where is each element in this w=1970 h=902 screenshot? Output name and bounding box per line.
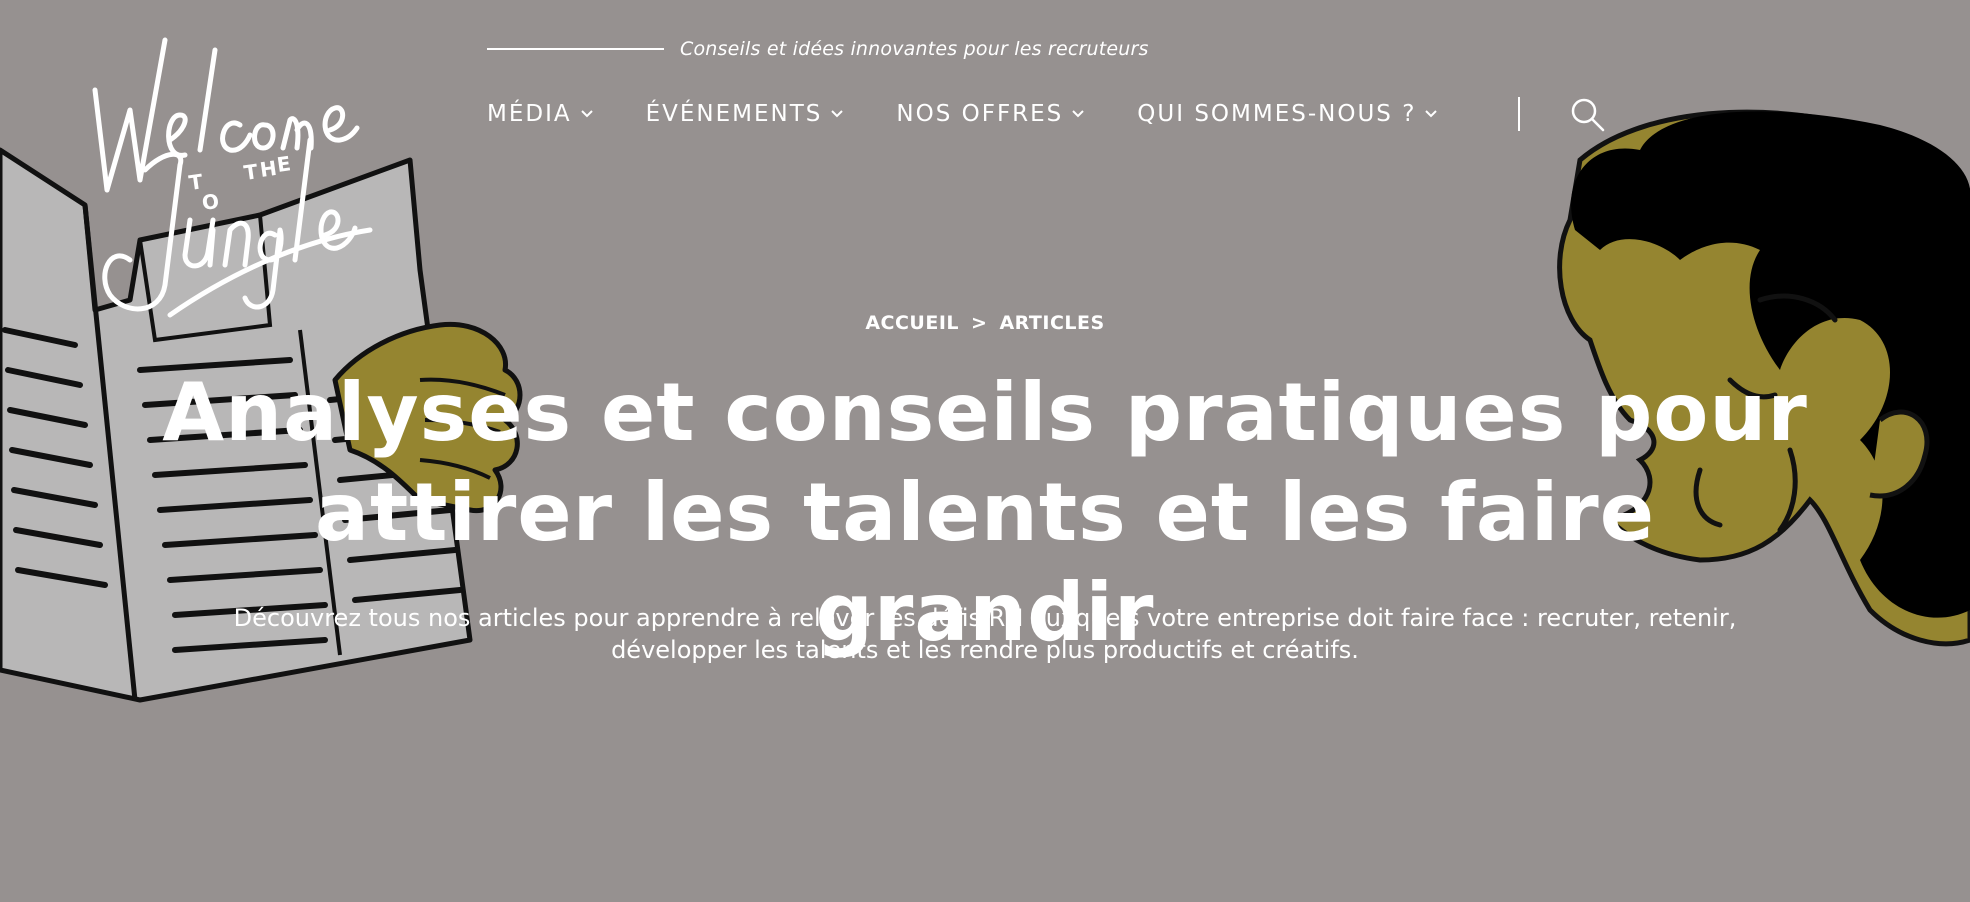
page-subtitle: Découvrez tous nos articles pour apprend… [140,602,1830,666]
svg-text:O: O [200,189,220,215]
nav-item-label: NOS OFFRES [896,101,1064,127]
breadcrumb: ACCUEIL > ARTICLES [0,312,1970,334]
nav-item-evenements[interactable]: ÉVÉNEMENTS [646,101,845,127]
nav-item-nos-offres[interactable]: NOS OFFRES [896,101,1085,127]
svg-text:T: T [242,159,259,185]
nav-item-media[interactable]: MÉDIA [487,101,594,127]
svg-text:E: E [275,151,292,177]
main-nav: MÉDIA ÉVÉNEMENTS NOS OFFRES QUI SOMMES-N… [487,96,1438,132]
nav-divider [1518,97,1520,131]
page-title-line-1: Analyses et conseils pratiques pour [162,366,1808,459]
tagline-text: Conseils et idées innovantes pour les re… [680,38,1149,60]
breadcrumb-home-link[interactable]: ACCUEIL [865,312,959,334]
chevron-down-icon [1425,110,1438,118]
breadcrumb-separator: > [971,312,988,334]
nav-item-qui-sommes-nous[interactable]: QUI SOMMES-NOUS ? [1137,101,1438,127]
welcome-to-the-jungle-logo[interactable]: T O T H E [85,30,405,320]
breadcrumb-current: ARTICLES [999,312,1105,334]
search-icon[interactable] [1570,97,1606,133]
nav-item-label: QUI SOMMES-NOUS ? [1137,101,1417,127]
chevron-down-icon [831,110,844,118]
page-subtitle-line-1: Découvrez tous nos articles pour apprend… [233,604,1737,632]
nav-item-label: MÉDIA [487,101,572,127]
tagline-divider [487,48,664,50]
page-subtitle-line-2: développer les talents et les rendre plu… [611,636,1359,664]
nav-item-label: ÉVÉNEMENTS [645,101,823,127]
tagline: Conseils et idées innovantes pour les re… [487,38,1149,60]
chevron-down-icon [1072,110,1085,118]
chevron-down-icon [580,110,593,118]
